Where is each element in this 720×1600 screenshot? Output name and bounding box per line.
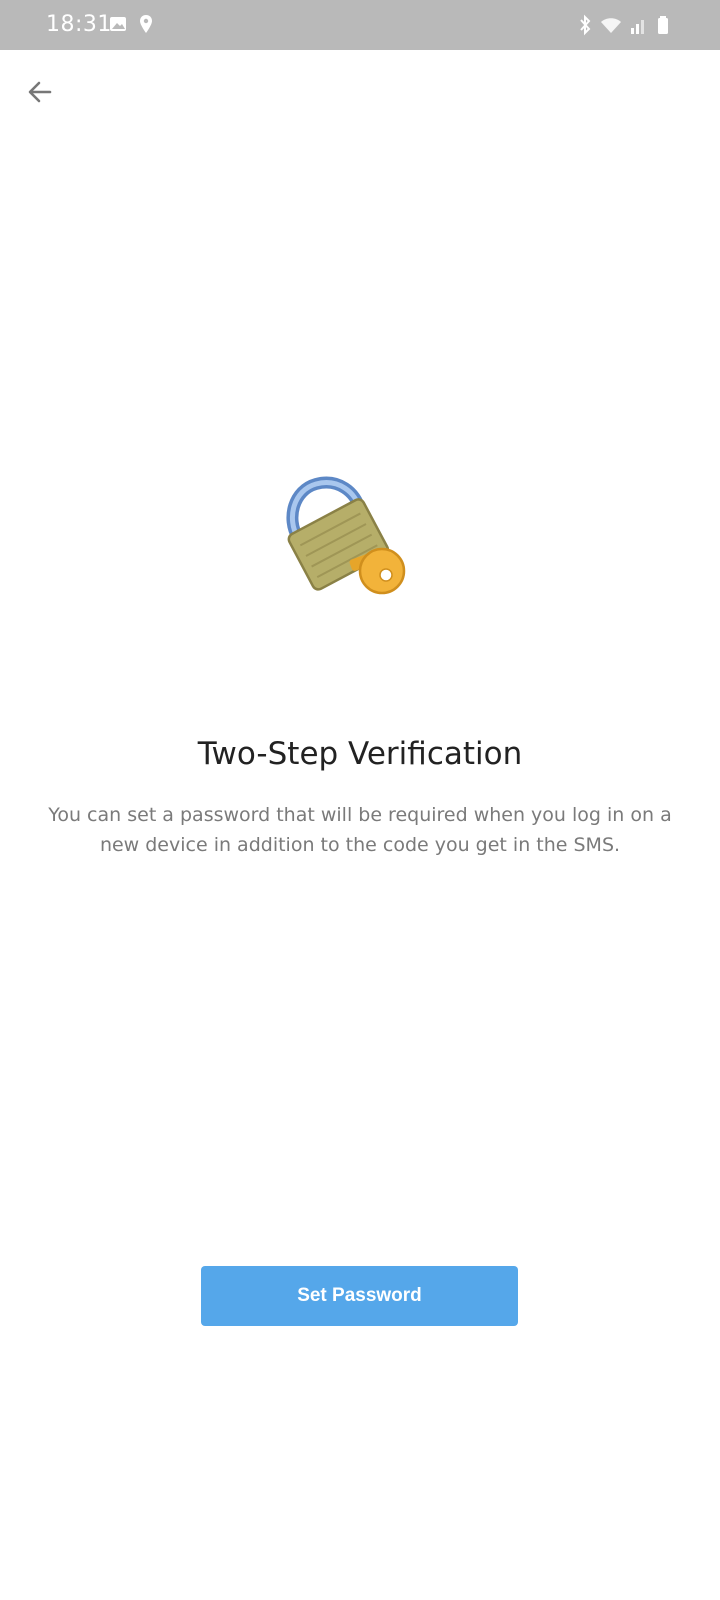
status-time: 18:31 [46, 12, 112, 37]
page-description: You can set a password that will be requ… [48, 804, 672, 856]
page-title: Two-Step Verification [197, 736, 523, 772]
gallery-icon [108, 14, 128, 38]
arrow-left-icon [26, 78, 54, 110]
signal-icon [630, 14, 648, 40]
set-password-button[interactable]: Set Password [201, 1266, 518, 1326]
status-bar: 18:31 [0, 0, 720, 50]
bluetooth-icon [578, 14, 592, 40]
wifi-icon [600, 14, 622, 40]
back-button[interactable] [18, 72, 62, 116]
two-step-verification-screen: 18:31 Two-Step Verification You can set … [0, 0, 720, 1600]
battery-icon [656, 14, 670, 40]
status-left-icons [108, 14, 154, 38]
location-icon [138, 14, 154, 38]
status-right-icons [578, 14, 670, 40]
lock-with-key-icon [272, 476, 422, 616]
